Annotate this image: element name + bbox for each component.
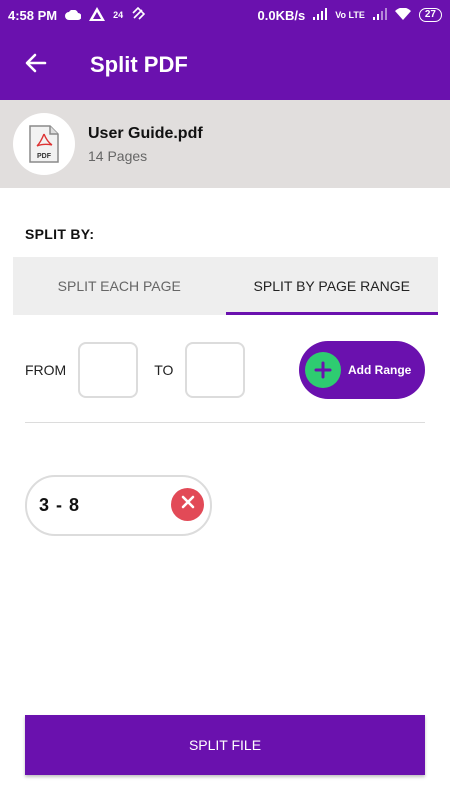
range-chip: 3 - 8 — [25, 475, 212, 536]
split-by-label: SPLIT BY: — [25, 226, 95, 242]
status-time: 4:58 PM — [8, 7, 58, 23]
add-range-label: Add Range — [348, 363, 412, 377]
tab-split-by-page-range[interactable]: SPLIT BY PAGE RANGE — [225, 257, 439, 315]
split-mode-tabs: SPLIT EACH PAGE SPLIT BY PAGE RANGE — [13, 257, 438, 315]
from-label: FROM — [25, 362, 67, 378]
page-count: 14 Pages — [88, 147, 148, 164]
status-bar: 4:58 PM 24 0.0KB/s Vo LTE 27 — [0, 0, 450, 30]
net-speed: 0.0KB/s — [257, 7, 306, 23]
pdf-file-icon: PDF — [13, 113, 75, 175]
battery-indicator: 27 — [418, 8, 442, 22]
to-label: TO — [154, 362, 174, 378]
notification-count: 24 — [113, 10, 124, 20]
range-form: FROM TO Add Range — [25, 341, 425, 399]
from-input[interactable] — [78, 342, 139, 398]
cloud-icon — [65, 8, 82, 23]
plus-icon — [305, 352, 341, 388]
file-name: User Guide.pdf — [88, 124, 203, 142]
to-input[interactable] — [185, 342, 246, 398]
remove-range-button[interactable] — [171, 488, 204, 521]
signal-icon — [313, 7, 328, 23]
wifi-icon — [394, 7, 411, 23]
drive-icon — [89, 6, 106, 24]
close-icon — [181, 495, 195, 514]
add-range-button[interactable]: Add Range — [299, 341, 425, 399]
tab-split-each-page[interactable]: SPLIT EACH PAGE — [13, 257, 226, 315]
volte-label: Vo LTE — [335, 10, 365, 20]
signal-icon-2 — [372, 7, 387, 23]
file-info-bar: PDF User Guide.pdf 14 Pages — [0, 100, 450, 188]
range-chip-label: 3 - 8 — [39, 495, 81, 515]
arrow-left-icon — [25, 52, 47, 79]
svg-text:PDF: PDF — [37, 153, 52, 160]
mute-icon — [131, 6, 146, 24]
back-button[interactable] — [18, 47, 54, 83]
split-file-button[interactable]: SPLIT FILE — [25, 715, 425, 775]
app-bar: Split PDF — [0, 30, 450, 100]
divider — [25, 422, 425, 423]
page-title: Split PDF — [90, 52, 188, 77]
